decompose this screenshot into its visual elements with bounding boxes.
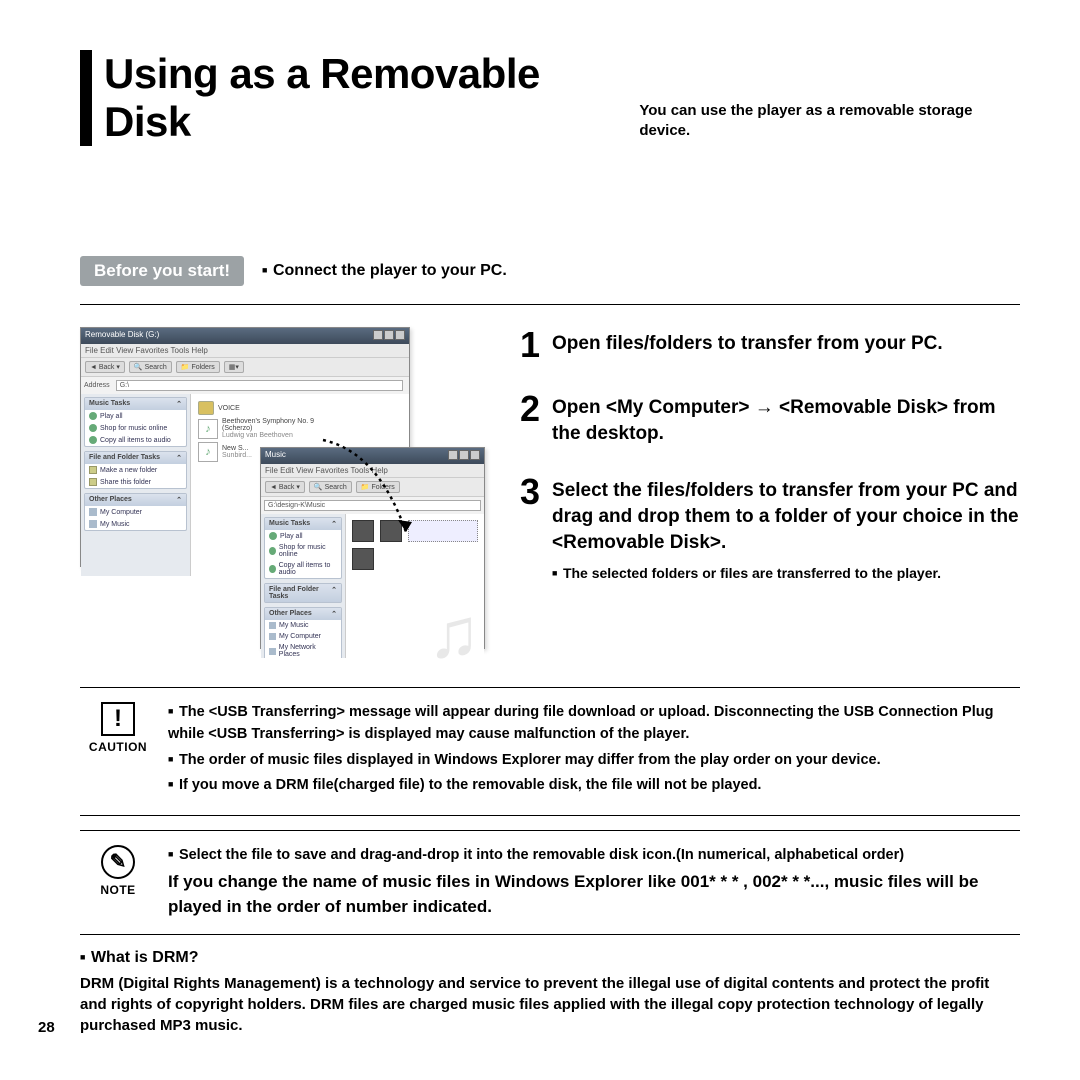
note-lead: Select the file to save and drag-and-dro… <box>168 845 1014 867</box>
music-icon <box>198 419 218 439</box>
address-label: Address <box>84 382 110 389</box>
search-button-icon: 🔍 Search <box>129 361 172 373</box>
win2-menu: File Edit View Favorites Tools Help <box>261 464 484 477</box>
drm-title: What is DRM? <box>80 949 1020 967</box>
step-text: Select the files/folders to transfer fro… <box>552 474 1020 555</box>
win1-menu: File Edit View Favorites Tools Help <box>81 344 409 357</box>
caution-item: The order of music files displayed in Wi… <box>168 750 1014 772</box>
album-icon <box>352 548 374 570</box>
sp-file-tasks: File and Folder Tasks <box>89 454 160 462</box>
step-number: 1 <box>520 327 540 363</box>
steps-list: 1 Open files/folders to transfer from yo… <box>520 327 1020 667</box>
step-2: 2 Open <My Computer> → <Removable Disk> … <box>520 391 1020 446</box>
page-title: Using as a Removable Disk <box>104 50 627 146</box>
page-subtitle: You can use the player as a removable st… <box>639 101 1020 146</box>
note-label: NOTE <box>86 883 150 897</box>
folders-button-icon: 📁 Folders <box>176 361 220 373</box>
step-text: Open <My Computer> → <Removable Disk> fr… <box>552 391 1020 446</box>
selection-rectangle <box>408 520 478 542</box>
caution-item: If you move a DRM file(charged file) to … <box>168 775 1014 797</box>
folder-icon <box>198 401 214 415</box>
step-3-sub: The selected folders or files are transf… <box>552 565 1020 581</box>
step-number: 3 <box>520 474 540 555</box>
screenshot-illustration: Removable Disk (G:) File Edit View Favor… <box>80 327 490 667</box>
before-badge: Before you start! <box>80 256 244 286</box>
note-icon: ✎ <box>101 845 135 879</box>
note-callout: ✎ NOTE Select the file to save and drag-… <box>80 830 1020 935</box>
step-1: 1 Open files/folders to transfer from yo… <box>520 327 1020 363</box>
win1-title: Removable Disk (G:) <box>85 330 159 342</box>
caution-item: The <USB Transferring> message will appe… <box>168 702 1014 746</box>
caution-label: CAUTION <box>86 740 150 754</box>
drm-section: What is DRM? DRM (Digital Rights Managem… <box>80 949 1020 1036</box>
back-button-icon: ◄ Back ▾ <box>85 361 125 373</box>
window-controls-icon <box>447 450 480 462</box>
folder-item: VOICE <box>198 401 402 415</box>
sp-other-places: Other Places <box>89 496 132 504</box>
explorer-window-2: Music File Edit View Favorites Tools Hel… <box>260 447 485 649</box>
title-row: Using as a Removable Disk You can use th… <box>80 50 1020 146</box>
step-3: 3 Select the files/folders to transfer f… <box>520 474 1020 555</box>
before-text: Connect the player to your PC. <box>262 262 507 280</box>
before-you-start-row: Before you start! Connect the player to … <box>80 256 1020 305</box>
album-icon <box>352 520 374 542</box>
step-number: 2 <box>520 391 540 446</box>
sp-music-tasks: Music Tasks <box>89 400 130 408</box>
drm-body: DRM (Digital Rights Management) is a tec… <box>80 973 1020 1036</box>
caution-callout: ! CAUTION The <USB Transferring> message… <box>80 687 1020 816</box>
address-bar: G:\design-K\Music <box>264 500 481 511</box>
music-icon <box>198 442 218 462</box>
window-controls-icon <box>372 330 405 342</box>
page-number: 28 <box>38 1019 55 1036</box>
views-button-icon: ▦▾ <box>224 361 244 373</box>
album-icon <box>380 520 402 542</box>
win2-title: Music <box>265 450 286 462</box>
step-text: Open files/folders to transfer from your… <box>552 327 943 363</box>
music-item: Beethoven's Symphony No. 9 (Scherzo) Lud… <box>198 418 402 439</box>
caution-icon: ! <box>101 702 135 736</box>
note-body: If you change the name of music files in… <box>168 869 1014 920</box>
address-bar: G:\ <box>116 380 403 391</box>
